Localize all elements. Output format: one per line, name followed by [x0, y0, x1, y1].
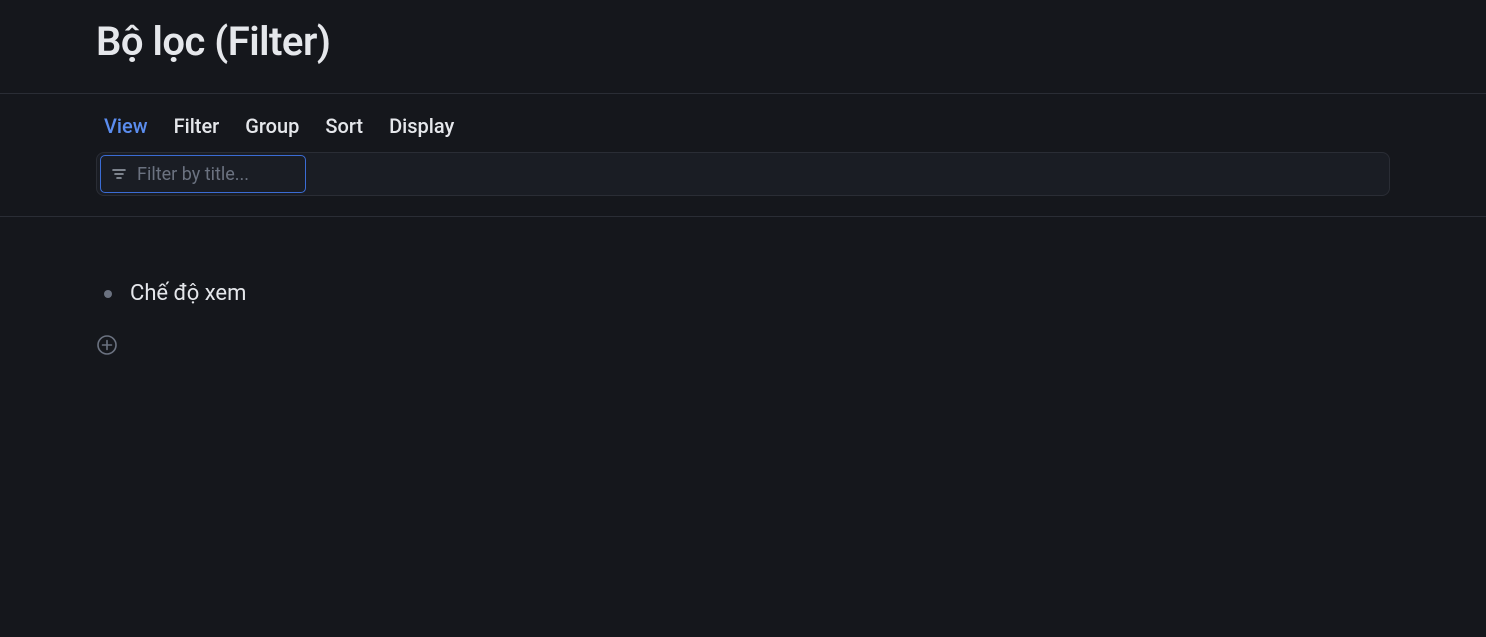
list-item-label: Chế độ xem [130, 281, 246, 306]
tab-display[interactable]: Display [389, 114, 454, 138]
plus-circle-icon [96, 334, 118, 356]
page-title: Bộ lọc (Filter) [96, 18, 1486, 65]
tab-group[interactable]: Group [245, 114, 299, 138]
tab-view[interactable]: View [104, 114, 148, 138]
filter-icon [111, 166, 127, 182]
tab-filter[interactable]: Filter [174, 114, 220, 138]
add-button[interactable] [96, 334, 118, 356]
filter-input-wrap[interactable] [100, 155, 306, 193]
list-item[interactable]: Chế độ xem [96, 277, 1390, 310]
filter-bar [96, 152, 1390, 196]
bullet-icon [104, 290, 112, 298]
page-header: Bộ lọc (Filter) [0, 0, 1486, 94]
filter-input[interactable] [137, 164, 295, 185]
tabs-row: View Filter Group Sort Display [96, 94, 1390, 152]
tab-sort[interactable]: Sort [325, 114, 363, 138]
content-area: Chế độ xem [0, 217, 1486, 356]
toolbar-section: View Filter Group Sort Display [0, 94, 1486, 217]
